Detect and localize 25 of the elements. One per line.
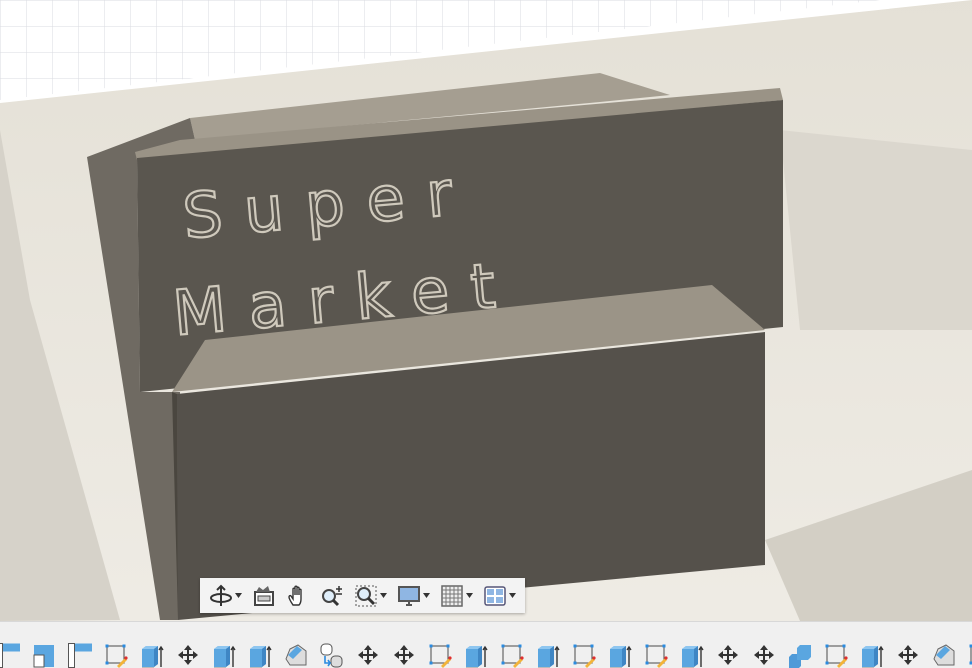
- cube-arrow-icon: [680, 643, 704, 668]
- monitor-icon: [397, 584, 421, 608]
- grid-icon: [440, 584, 464, 608]
- cube-arrow-icon: [212, 643, 236, 668]
- corner-plane-icon: [0, 643, 20, 668]
- orbit-icon: [209, 584, 233, 608]
- cube-arrow-icon: [140, 643, 164, 668]
- sketch-icon: [104, 643, 128, 668]
- sketch-icon: [572, 643, 596, 668]
- cube-arrow-icon: [464, 643, 488, 668]
- square-frame-icon: [32, 643, 56, 668]
- sketch-icon: [500, 643, 524, 668]
- window-icon: [252, 584, 276, 608]
- sketch-icon: [644, 643, 668, 668]
- sketch-icon: [824, 643, 848, 668]
- zoom-fit-icon: [354, 584, 378, 608]
- sketch-icon: [428, 643, 452, 668]
- corner-plane-icon: [68, 643, 92, 668]
- layout-icon: [483, 584, 507, 608]
- cube-arrow-icon: [608, 643, 632, 668]
- combine-icon: [788, 643, 812, 668]
- cube-arrow-icon: [248, 643, 272, 668]
- cube-arrow-icon: [860, 643, 884, 668]
- cube-arrow-icon: [536, 643, 560, 668]
- zoom-icon: [320, 584, 344, 608]
